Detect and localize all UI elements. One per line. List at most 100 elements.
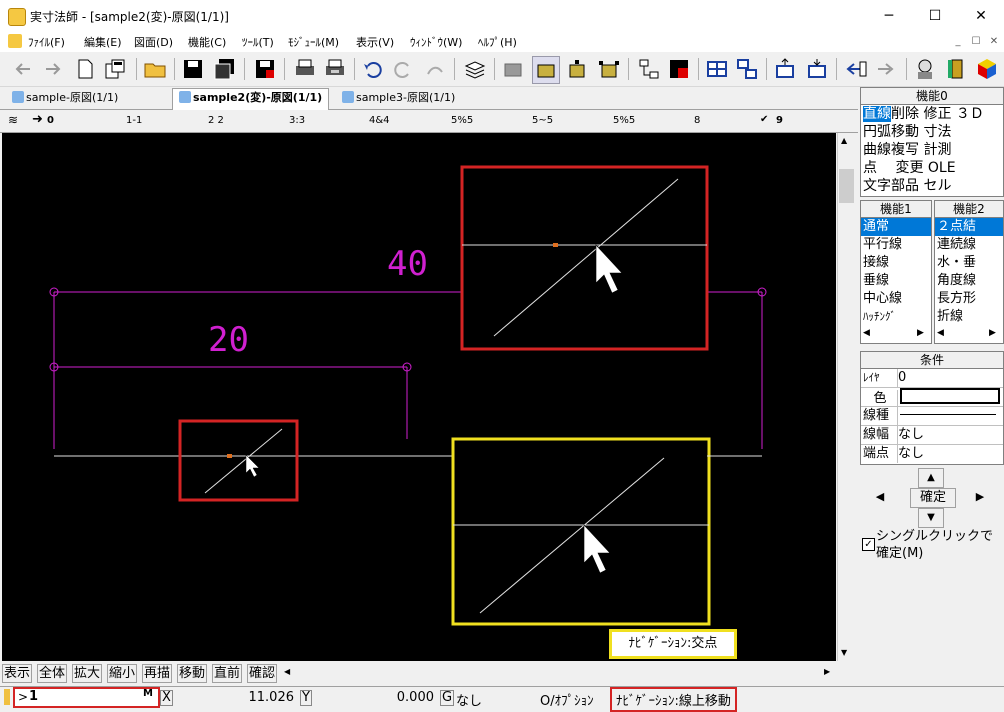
new-window-icon[interactable] [102, 56, 128, 82]
cmd-previous-button[interactable]: 直前 [212, 664, 243, 683]
func2-two-point-item[interactable]: ２点結 [935, 218, 1003, 236]
layer-current[interactable]: 0 [47, 115, 54, 126]
tile-view-icon[interactable] [734, 56, 760, 82]
cond-layer-row[interactable]: ﾚｲﾔ 0 [861, 369, 1003, 388]
cmd-full-button[interactable]: 全体 [37, 664, 68, 683]
cmd-redraw-button[interactable]: 再描 [142, 664, 173, 683]
mdi-restore-button[interactable]: ☐ [968, 34, 984, 50]
grid-view-icon[interactable] [704, 56, 730, 82]
box-handles-icon[interactable] [564, 56, 590, 82]
menu-file[interactable]: ﾌｧｲﾙ(F) [28, 34, 65, 50]
doc-icon[interactable] [8, 34, 22, 48]
arrow-left-button[interactable]: ◀ [868, 488, 892, 506]
single-click-option[interactable]: ✓ シングルクリックで確定(M) [862, 528, 1002, 568]
save-icon[interactable] [180, 56, 206, 82]
layer-stack-icon[interactable] [462, 56, 488, 82]
top-align-icon[interactable] [772, 56, 798, 82]
menu-module[interactable]: ﾓｼﾞｭｰﾙ(M) [288, 34, 339, 50]
layer-item[interactable]: 8 [694, 115, 700, 126]
func1-normal-item[interactable]: 通常 [861, 218, 931, 236]
scroll-left-icon[interactable]: ◀ [284, 667, 290, 676]
mdi-close-button[interactable]: ✕ [986, 34, 1002, 50]
scroll-right-icon[interactable]: ▶ [824, 667, 830, 676]
cmd-display-button[interactable]: 表示 [2, 664, 33, 683]
menu-view[interactable]: 表示(V) [356, 34, 394, 50]
arrow-up-button[interactable]: ▲ [918, 468, 944, 488]
func-3d-button[interactable]: ３Ｄ [956, 106, 984, 122]
func-point-button[interactable]: 点 [863, 160, 877, 176]
layer-item[interactable]: 4&4 [369, 115, 390, 126]
func1-tangent-item[interactable]: 接線 [861, 254, 931, 272]
confirm-button[interactable]: 確定 [910, 488, 956, 508]
print-icon[interactable] [292, 56, 318, 82]
drawing-canvas[interactable]: 40 20 ﾅﾋﾞｹﾞｰｼｮﾝ:交点 [2, 133, 836, 661]
back-arrow-icon[interactable] [10, 56, 36, 82]
save-as-icon[interactable] [252, 56, 278, 82]
layer-last[interactable]: 9 [776, 115, 783, 126]
save-red-icon[interactable] [666, 56, 692, 82]
func-copy-button[interactable]: 複写 [891, 142, 919, 158]
maximize-button[interactable]: ☐ [912, 0, 958, 32]
func1-center-line-item[interactable]: 中心線 [861, 290, 931, 308]
func-text-button[interactable]: 文字 [863, 178, 891, 194]
func2-rectangle-item[interactable]: 長方形 [935, 290, 1003, 308]
menu-drawing[interactable]: 図面(D) [134, 34, 173, 50]
layer-stack-icon[interactable]: ≋ [8, 113, 18, 127]
cmd-confirm-button[interactable]: 確認 [247, 664, 278, 683]
func1-parallel-item[interactable]: 平行線 [861, 236, 931, 254]
func-line-button[interactable]: 直線 [863, 106, 891, 122]
func-dimension-button[interactable]: 寸法 [923, 124, 951, 140]
scroll-left-icon[interactable]: ◀ [937, 328, 944, 338]
scroll-up-icon[interactable]: ▲ [841, 136, 847, 145]
repeat-icon[interactable] [422, 56, 448, 82]
tab-sample2[interactable]: sample2(変)-原図(1/1) [172, 88, 330, 110]
cube-3d-icon[interactable] [974, 56, 1000, 82]
cmd-zoom-in-button[interactable]: 拡大 [72, 664, 103, 683]
func-cell-button[interactable]: セル [923, 178, 951, 194]
menu-function[interactable]: 機能(C) [188, 34, 226, 50]
export-icon[interactable] [874, 56, 900, 82]
func1-hatching-item[interactable]: ﾊｯﾁﾝｸﾞ [861, 308, 931, 326]
menu-help[interactable]: ﾍﾙﾌﾟ(H) [478, 34, 517, 50]
func2-horiz-vert-item[interactable]: 水・垂 [935, 254, 1003, 272]
func-modify-button[interactable]: 修正 [923, 106, 951, 122]
scroll-left-icon[interactable]: ◀ [863, 328, 870, 338]
menu-tools[interactable]: ﾂｰﾙ(T) [242, 34, 274, 50]
layer-item[interactable]: 2 2 [208, 115, 224, 126]
undo-icon[interactable] [360, 56, 386, 82]
menu-edit[interactable]: 編集(E) [84, 34, 122, 50]
func-measure-button[interactable]: 計測 [923, 142, 951, 158]
layer-item[interactable]: 5~5 [532, 115, 553, 126]
option-button[interactable]: O/ｵﾌﾟｼｮﾝ [540, 690, 594, 709]
cmd-move-button[interactable]: 移動 [177, 664, 208, 683]
func-parts-button[interactable]: 部品 [891, 178, 919, 194]
hierarchy-icon[interactable] [636, 56, 662, 82]
layer-item[interactable]: 1-1 [126, 115, 142, 126]
func1-perpendicular-item[interactable]: 垂線 [861, 272, 931, 290]
tab-sample3[interactable]: sample3-原図(1/1) [336, 89, 461, 107]
func-curve-button[interactable]: 曲線 [863, 142, 891, 158]
func2-polyline-item[interactable]: 折線 [935, 308, 1003, 326]
cond-color-row[interactable]: 色 [861, 388, 1003, 408]
fill-box-icon[interactable] [532, 56, 560, 84]
user-icon[interactable] [912, 56, 938, 82]
func-arc-button[interactable]: 円弧 [863, 124, 891, 140]
print-preview-icon[interactable] [322, 56, 348, 82]
bottom-align-icon[interactable] [804, 56, 830, 82]
func2-angle-item[interactable]: 角度線 [935, 272, 1003, 290]
scroll-right-icon[interactable]: ▶ [917, 328, 924, 338]
save-all-icon[interactable] [212, 56, 238, 82]
box-corner-icon[interactable] [596, 56, 622, 82]
menu-window[interactable]: ｳｨﾝﾄﾞｳ(W) [410, 34, 462, 50]
tab-sample[interactable]: sample-原図(1/1) [6, 89, 124, 107]
arrow-right-button[interactable]: ▶ [968, 488, 992, 506]
func-change-button[interactable]: 変更 [895, 160, 923, 176]
exit-door-icon[interactable] [944, 56, 970, 82]
arrow-down-button[interactable]: ▼ [918, 508, 944, 528]
redo-icon[interactable] [390, 56, 416, 82]
close-button[interactable]: ✕ [958, 0, 1004, 32]
minimize-button[interactable]: ─ [866, 0, 912, 32]
scroll-thumb[interactable] [839, 169, 854, 203]
layer-item[interactable]: 5%5 [451, 115, 473, 126]
scroll-right-icon[interactable]: ▶ [989, 328, 996, 338]
